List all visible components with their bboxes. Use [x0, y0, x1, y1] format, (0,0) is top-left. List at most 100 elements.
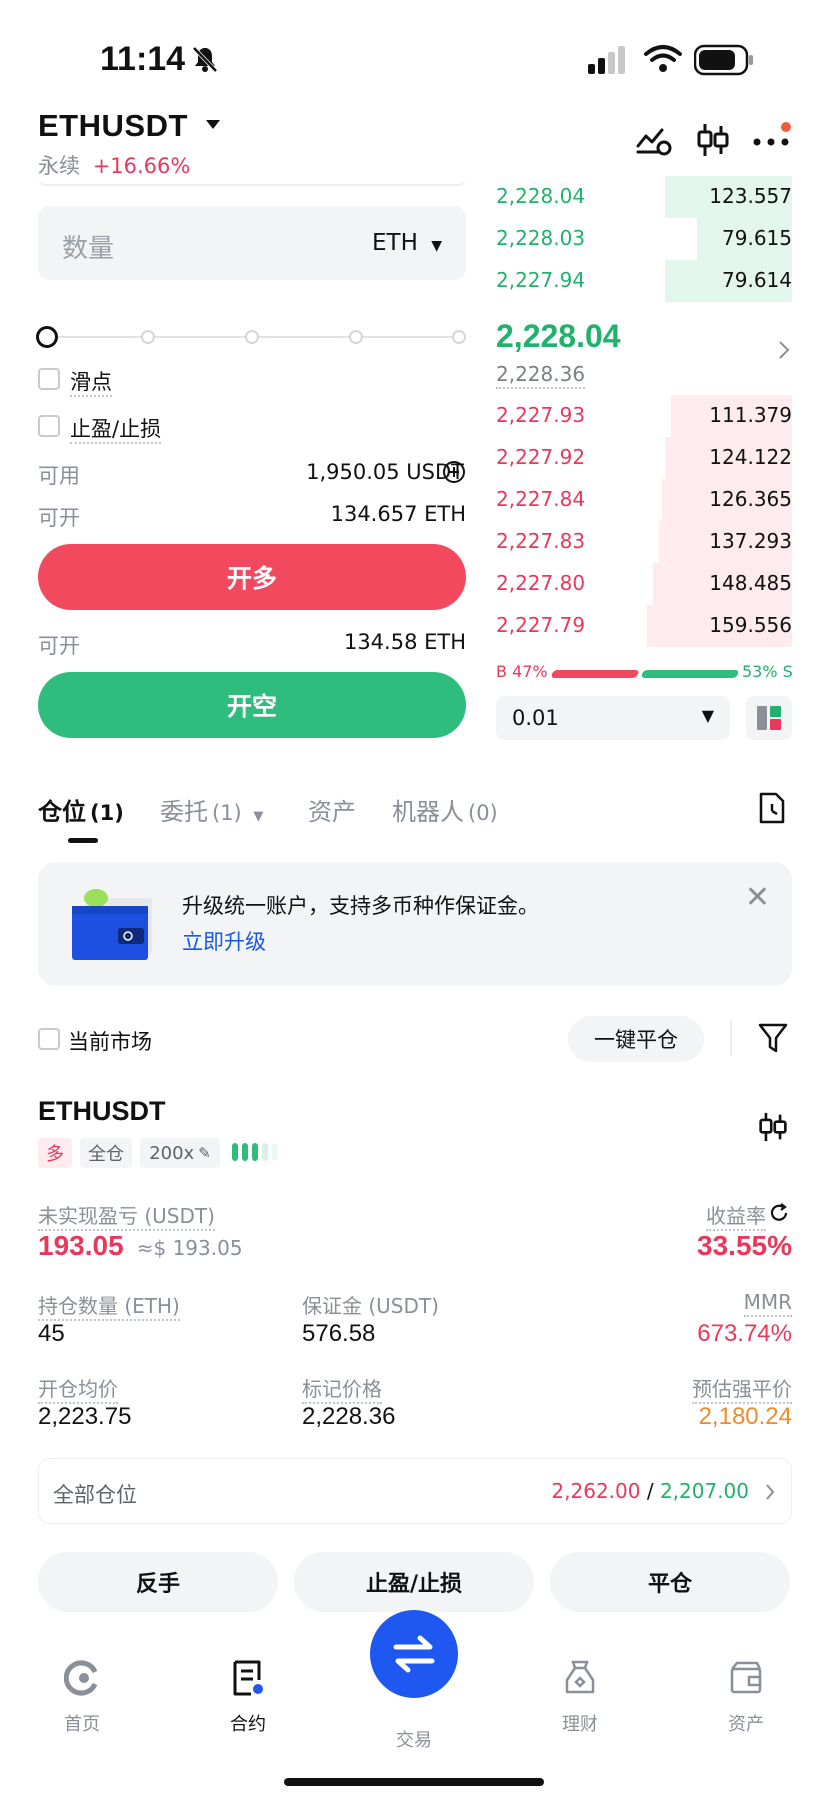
last-price[interactable]: 2,228.04: [496, 318, 621, 355]
price-alert-icon[interactable]: [636, 124, 672, 156]
current-market-checkbox[interactable]: [38, 1028, 60, 1050]
tab-active-indicator: [68, 838, 98, 843]
finance-icon: [565, 1660, 595, 1694]
size-label: 持仓数量 (ETH): [38, 1294, 180, 1321]
tpsl-button[interactable]: 止盈/止损: [294, 1552, 534, 1612]
mark-price-label: 标记价格: [302, 1377, 382, 1404]
tab-assets[interactable]: 资产: [308, 792, 356, 827]
tp-price: 2,262.00: [551, 1479, 641, 1503]
slippage-checkbox[interactable]: [38, 368, 60, 390]
tab-orders[interactable]: 委托 (1) ▼: [160, 792, 263, 827]
bid-price: 2,227.93: [496, 403, 586, 427]
refresh-icon[interactable]: [768, 1202, 790, 1224]
can-open-long-value: 134.657 ETH: [330, 502, 466, 526]
more-icon[interactable]: [752, 120, 794, 156]
quantity-placeholder: 数量: [62, 234, 115, 264]
precision-select[interactable]: 0.01 ▼: [496, 696, 730, 740]
ask-row[interactable]: 2,227.94 79.614: [496, 260, 792, 302]
reverse-button[interactable]: 反手: [38, 1552, 278, 1612]
ask-row[interactable]: 2,228.03 79.615: [496, 218, 792, 260]
size-value: 45: [38, 1320, 65, 1347]
all-positions-row[interactable]: 全部仓位 2,262.00 / 2,207.00: [38, 1458, 792, 1524]
ask-row[interactable]: 2,228.04 123.557: [496, 176, 792, 218]
layout-icon: [757, 706, 781, 730]
upnl-value: 193.05: [38, 1230, 124, 1261]
trade-fab[interactable]: [370, 1610, 458, 1698]
margin-value: 576.58: [302, 1320, 376, 1347]
bid-row[interactable]: 2,227.80 148.485: [496, 563, 792, 605]
sl-price: 2,207.00: [659, 1479, 749, 1503]
sell-ratio-bar: [640, 670, 740, 678]
contract-type: 永续: [38, 154, 80, 178]
slider-step-25[interactable]: [141, 330, 155, 344]
quantity-unit-select[interactable]: ETH ▼: [372, 230, 442, 256]
liq-price-label: 预估强平价: [692, 1377, 792, 1404]
tpsl-checkbox[interactable]: [38, 415, 60, 437]
bid-row[interactable]: 2,227.92 124.122: [496, 437, 792, 479]
bid-row[interactable]: 2,227.79 159.556: [496, 605, 792, 647]
caret-down-icon: ▼: [701, 706, 714, 725]
current-market-label: 当前市场: [68, 1030, 152, 1054]
close-all-button[interactable]: 一键平仓: [568, 1016, 704, 1062]
price-separator: /: [646, 1479, 654, 1503]
ask-price: 2,228.04: [496, 184, 586, 208]
leverage-badge[interactable]: 200x ✎: [140, 1138, 220, 1168]
ask-qty: 79.615: [722, 226, 792, 250]
add-funds-icon[interactable]: [442, 460, 466, 484]
mmr-value: 673.74%: [697, 1320, 792, 1347]
form-divider: [38, 178, 466, 186]
bid-qty: 126.365: [709, 487, 792, 511]
nav-finance[interactable]: 理财: [520, 1658, 640, 1736]
roe-value: 33.55%: [697, 1230, 792, 1261]
margin-label: 保证金 (USDT): [302, 1294, 439, 1318]
banner-message: 升级统一账户，支持多币种作保证金。: [182, 894, 539, 918]
candlestick-chart-icon[interactable]: [696, 122, 730, 158]
tpsl-label: 止盈/止损: [70, 417, 162, 444]
nav-home[interactable]: 首页: [22, 1658, 142, 1736]
bid-price: 2,227.80: [496, 571, 586, 595]
position-symbol: ETHUSDT: [38, 1096, 166, 1126]
slider-handle[interactable]: [36, 326, 58, 348]
bell-muted-icon: [192, 46, 218, 73]
tab-bots[interactable]: 机器人 (0): [392, 792, 498, 827]
bid-row[interactable]: 2,227.93 111.379: [496, 395, 792, 437]
close-icon[interactable]: ✕: [745, 880, 770, 915]
entry-price-value: 2,223.75: [38, 1403, 132, 1430]
upgrade-link[interactable]: 立即升级: [182, 926, 266, 956]
wallet-icon: [72, 889, 152, 960]
filter-icon[interactable]: [758, 1022, 788, 1054]
caret-down-icon[interactable]: [204, 118, 222, 132]
quantity-input[interactable]: 数量 ETH ▼: [38, 206, 466, 280]
assets-icon: [730, 1661, 762, 1694]
slider-step-100[interactable]: [452, 330, 466, 344]
bid-qty: 137.293: [709, 529, 792, 553]
open-long-button[interactable]: 开多: [38, 544, 466, 610]
bid-qty: 159.556: [709, 613, 792, 637]
slider-step-75[interactable]: [349, 330, 363, 344]
candlestick-chart-icon[interactable]: [758, 1110, 788, 1144]
slippage-label: 滑点: [70, 370, 112, 397]
bid-row[interactable]: 2,227.84 126.365: [496, 479, 792, 521]
symbol-title[interactable]: ETHUSDT: [38, 108, 188, 144]
precision-value: 0.01: [512, 706, 559, 730]
history-icon[interactable]: [758, 792, 786, 824]
bid-qty: 148.485: [709, 571, 792, 595]
slider-step-50[interactable]: [245, 330, 259, 344]
open-short-button[interactable]: 开空: [38, 672, 466, 738]
all-positions-label: 全部仓位: [53, 1483, 137, 1507]
upgrade-banner: 升级统一账户，支持多币种作保证金。 立即升级 ✕: [38, 862, 792, 986]
side-badge: 多: [38, 1138, 72, 1168]
chevron-right-icon[interactable]: [778, 340, 790, 360]
tpsl-prices: 2,262.00 / 2,207.00: [551, 1479, 749, 1503]
nav-trade[interactable]: 交易: [354, 1714, 474, 1752]
contract-icon: [233, 1660, 263, 1696]
bid-row[interactable]: 2,227.83 137.293: [496, 521, 792, 563]
buy-ratio-bar: [550, 670, 640, 678]
nav-assets[interactable]: 资产: [686, 1658, 806, 1736]
close-position-button[interactable]: 平仓: [550, 1552, 790, 1612]
upnl-approx: ≈$ 193.05: [136, 1236, 243, 1260]
orderbook-layout-toggle[interactable]: [746, 696, 792, 740]
nav-contract[interactable]: 合约: [188, 1658, 308, 1736]
entry-price-label: 开仓均价: [38, 1377, 118, 1404]
tab-positions[interactable]: 仓位 (1): [38, 792, 124, 827]
